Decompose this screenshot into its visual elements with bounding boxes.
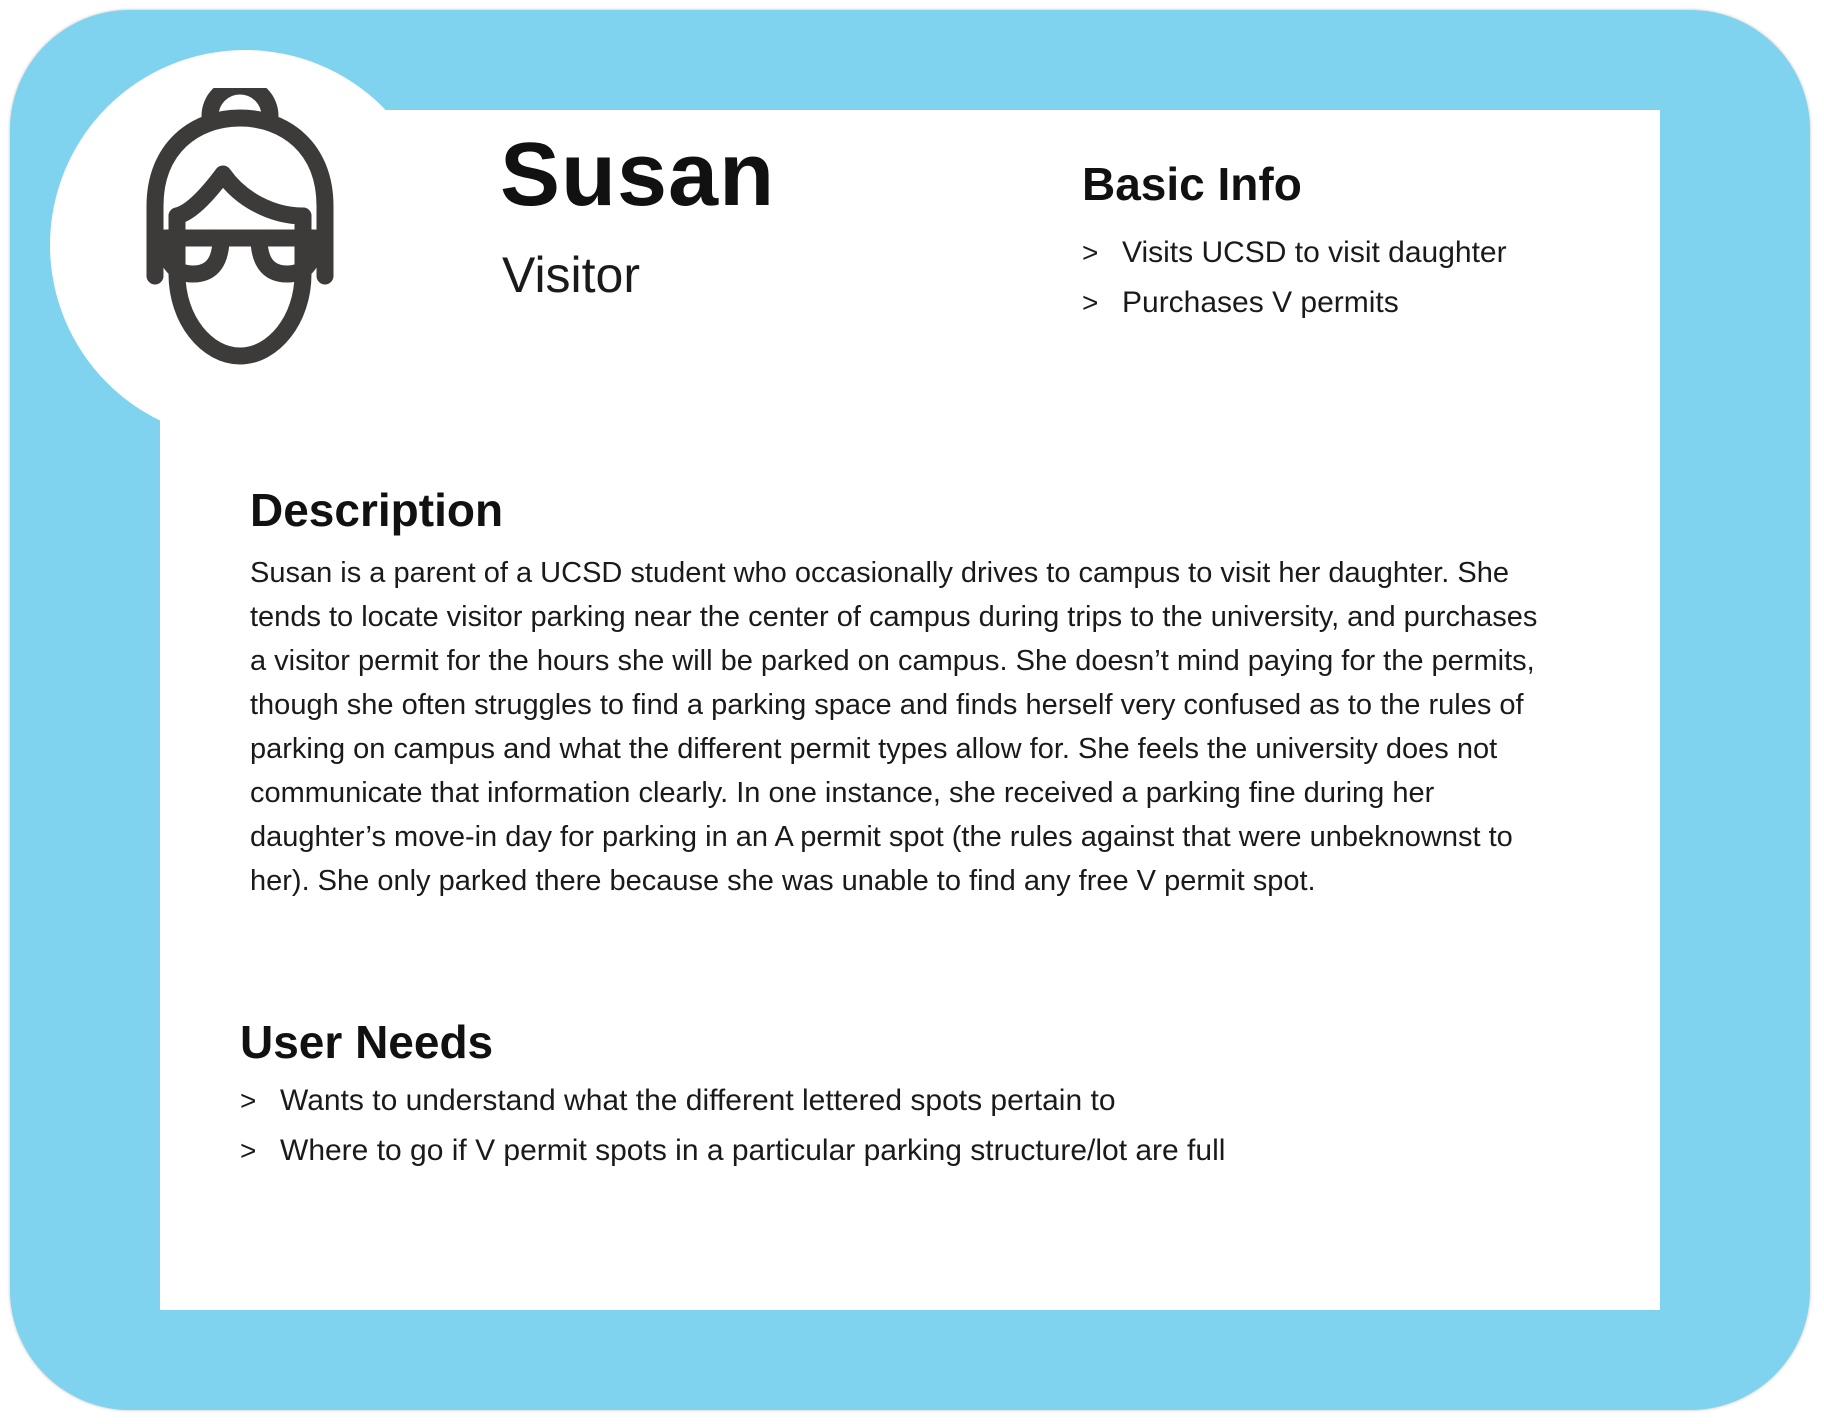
description-title: Description <box>250 484 504 536</box>
basic-info-list: > Visits UCSD to visit daughter > Purcha… <box>1082 228 1507 328</box>
user-needs-list: > Wants to understand what the different… <box>240 1076 1225 1176</box>
user-needs-item: > Wants to understand what the different… <box>240 1076 1225 1126</box>
persona-name: Susan <box>500 125 776 225</box>
user-needs-item-text: Where to go if V permit spots in a parti… <box>280 1134 1226 1167</box>
basic-info-item: > Visits UCSD to visit daughter <box>1082 228 1507 278</box>
user-needs-item: > Where to go if V permit spots in a par… <box>240 1126 1225 1176</box>
chevron-right-icon: > <box>240 1085 257 1116</box>
basic-info-item-text: Purchases V permits <box>1122 286 1399 319</box>
basic-info-item: > Purchases V permits <box>1082 278 1507 328</box>
persona-role: Visitor <box>502 247 641 303</box>
woman-with-glasses-icon <box>146 88 334 365</box>
description-text: Susan is a parent of a UCSD student who … <box>250 557 1538 897</box>
chevron-right-icon: > <box>1082 287 1099 318</box>
basic-info-item-text: Visits UCSD to visit daughter <box>1122 236 1507 269</box>
user-needs-item-text: Wants to understand what the different l… <box>280 1084 1116 1117</box>
chevron-right-icon: > <box>240 1135 257 1166</box>
user-needs-title: User Needs <box>240 1016 494 1068</box>
basic-info-title: Basic Info <box>1082 158 1302 210</box>
chevron-right-icon: > <box>1082 237 1099 268</box>
